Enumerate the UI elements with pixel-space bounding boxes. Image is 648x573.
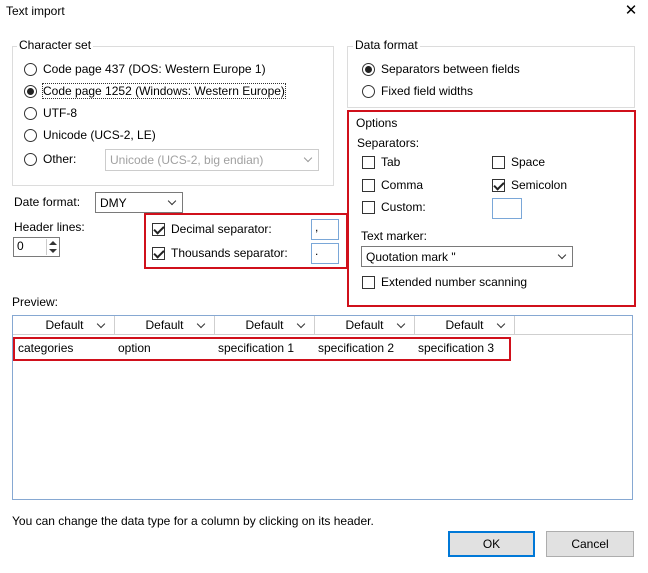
- date-format-value: DMY: [100, 195, 127, 210]
- chevron-down-icon: [303, 153, 313, 163]
- preview-label: Preview:: [12, 295, 59, 309]
- custom-separator-input[interactable]: [492, 198, 522, 219]
- decimal-separator-input[interactable]: ,: [311, 219, 339, 240]
- window-title: Text import: [6, 4, 65, 18]
- checkbox[interactable]: [152, 222, 165, 236]
- cancel-button[interactable]: Cancel: [546, 531, 634, 557]
- arrow-up-icon[interactable]: [49, 241, 57, 245]
- decimal-separator-label: Decimal separator:: [171, 222, 272, 236]
- column-header-1[interactable]: Default: [15, 316, 115, 334]
- radio-button[interactable]: [24, 152, 37, 166]
- radio-label: Other:: [43, 152, 77, 166]
- custom-check[interactable]: Custom:: [362, 200, 426, 214]
- radio-code-page-1252[interactable]: Code page 1252 (Windows: Western Europe): [24, 83, 286, 99]
- options-legend: Options: [356, 116, 398, 130]
- radio-button[interactable]: [362, 62, 375, 76]
- thousands-separator-value: .: [315, 244, 319, 258]
- radio-button[interactable]: [24, 62, 37, 76]
- other-charset-value: Unicode (UCS-2, big endian): [110, 153, 264, 167]
- radio-fixed-field-widths[interactable]: Fixed field widths: [362, 84, 473, 98]
- radio-label: Unicode (UCS-2, LE): [43, 128, 156, 142]
- chevron-down-icon: [557, 250, 567, 259]
- chevron-down-icon: [167, 196, 177, 205]
- checkbox[interactable]: [362, 275, 375, 289]
- radio-unicode[interactable]: Unicode (UCS-2, LE): [24, 128, 156, 142]
- radio-label: Code page 437 (DOS: Western Europe 1): [43, 62, 266, 76]
- semicolon-label: Semicolon: [511, 178, 568, 192]
- radio-button[interactable]: [24, 128, 37, 142]
- hint-text: You can change the data type for a colum…: [12, 514, 374, 528]
- column-header-label: Default: [445, 318, 484, 332]
- checkbox[interactable]: [362, 178, 375, 192]
- radio-label: UTF-8: [43, 106, 77, 120]
- column-header-label: Default: [145, 318, 184, 332]
- radio-label: Fixed field widths: [381, 84, 474, 98]
- extended-number-scanning-check[interactable]: Extended number scanning: [362, 275, 527, 289]
- spinner-buttons[interactable]: [46, 239, 58, 255]
- radio-utf8[interactable]: UTF-8: [24, 106, 77, 120]
- ok-button[interactable]: OK: [448, 531, 535, 557]
- decimal-separator-value: ,: [315, 220, 319, 234]
- space-label: Space: [511, 155, 546, 169]
- column-header-label: Default: [245, 318, 284, 332]
- radio-button[interactable]: [24, 106, 37, 120]
- radio-other[interactable]: Other:: [24, 152, 76, 166]
- chevron-down-icon: [96, 319, 106, 329]
- radio-button[interactable]: [362, 84, 375, 98]
- data-format-group: [347, 46, 635, 108]
- thousands-separator-label: Thousands separator:: [171, 246, 288, 260]
- preview-row-highlight: [13, 337, 511, 361]
- column-header-2[interactable]: Default: [115, 316, 215, 334]
- radio-label: Separators between fields: [381, 62, 520, 76]
- column-header-3[interactable]: Default: [215, 316, 315, 334]
- text-marker-value: Quotation mark ": [366, 249, 456, 264]
- decimal-separator-check[interactable]: Decimal separator:: [152, 222, 272, 236]
- text-marker-label: Text marker:: [361, 229, 428, 243]
- header-lines-spinner[interactable]: 0: [13, 237, 60, 257]
- date-format-select[interactable]: DMY: [95, 192, 183, 213]
- character-set-legend: Character set: [17, 38, 94, 52]
- radio-label: Code page 1252 (Windows: Western Europe): [42, 83, 286, 99]
- tab-check[interactable]: Tab: [362, 155, 400, 169]
- separators-label: Separators:: [357, 136, 420, 150]
- comma-check[interactable]: Comma: [362, 178, 423, 192]
- date-format-label: Date format:: [14, 195, 81, 209]
- checkbox[interactable]: [492, 178, 505, 192]
- chevron-down-icon: [296, 319, 306, 329]
- comma-label: Comma: [381, 178, 424, 192]
- column-header-label: Default: [345, 318, 384, 332]
- column-header-5[interactable]: Default: [415, 316, 515, 334]
- checkbox[interactable]: [152, 246, 165, 260]
- data-format-legend: Data format: [353, 38, 420, 52]
- semicolon-check[interactable]: Semicolon: [492, 178, 567, 192]
- radio-button[interactable]: [24, 84, 37, 98]
- column-header-label: Default: [45, 318, 84, 332]
- text-marker-select[interactable]: Quotation mark ": [361, 246, 573, 267]
- checkbox[interactable]: [362, 200, 375, 214]
- radio-separators-between-fields[interactable]: Separators between fields: [362, 62, 520, 76]
- space-check[interactable]: Space: [492, 155, 545, 169]
- chevron-down-icon: [396, 319, 406, 329]
- column-header-4[interactable]: Default: [315, 316, 415, 334]
- custom-label: Custom:: [381, 200, 426, 214]
- extended-number-scanning-label: Extended number scanning: [381, 275, 528, 289]
- chevron-down-icon: [496, 319, 506, 329]
- header-lines-value: 0: [17, 239, 24, 253]
- thousands-separator-input[interactable]: .: [311, 243, 339, 264]
- close-icon[interactable]: ✕: [622, 2, 640, 20]
- header-lines-label: Header lines:: [14, 220, 85, 234]
- chevron-down-icon: [196, 319, 206, 329]
- tab-label: Tab: [381, 155, 401, 169]
- checkbox[interactable]: [362, 155, 375, 169]
- checkbox[interactable]: [492, 155, 505, 169]
- thousands-separator-check[interactable]: Thousands separator:: [152, 246, 288, 260]
- other-charset-select[interactable]: Unicode (UCS-2, big endian): [105, 149, 319, 171]
- arrow-down-icon[interactable]: [49, 249, 57, 253]
- radio-code-page-437[interactable]: Code page 437 (DOS: Western Europe 1): [24, 62, 266, 76]
